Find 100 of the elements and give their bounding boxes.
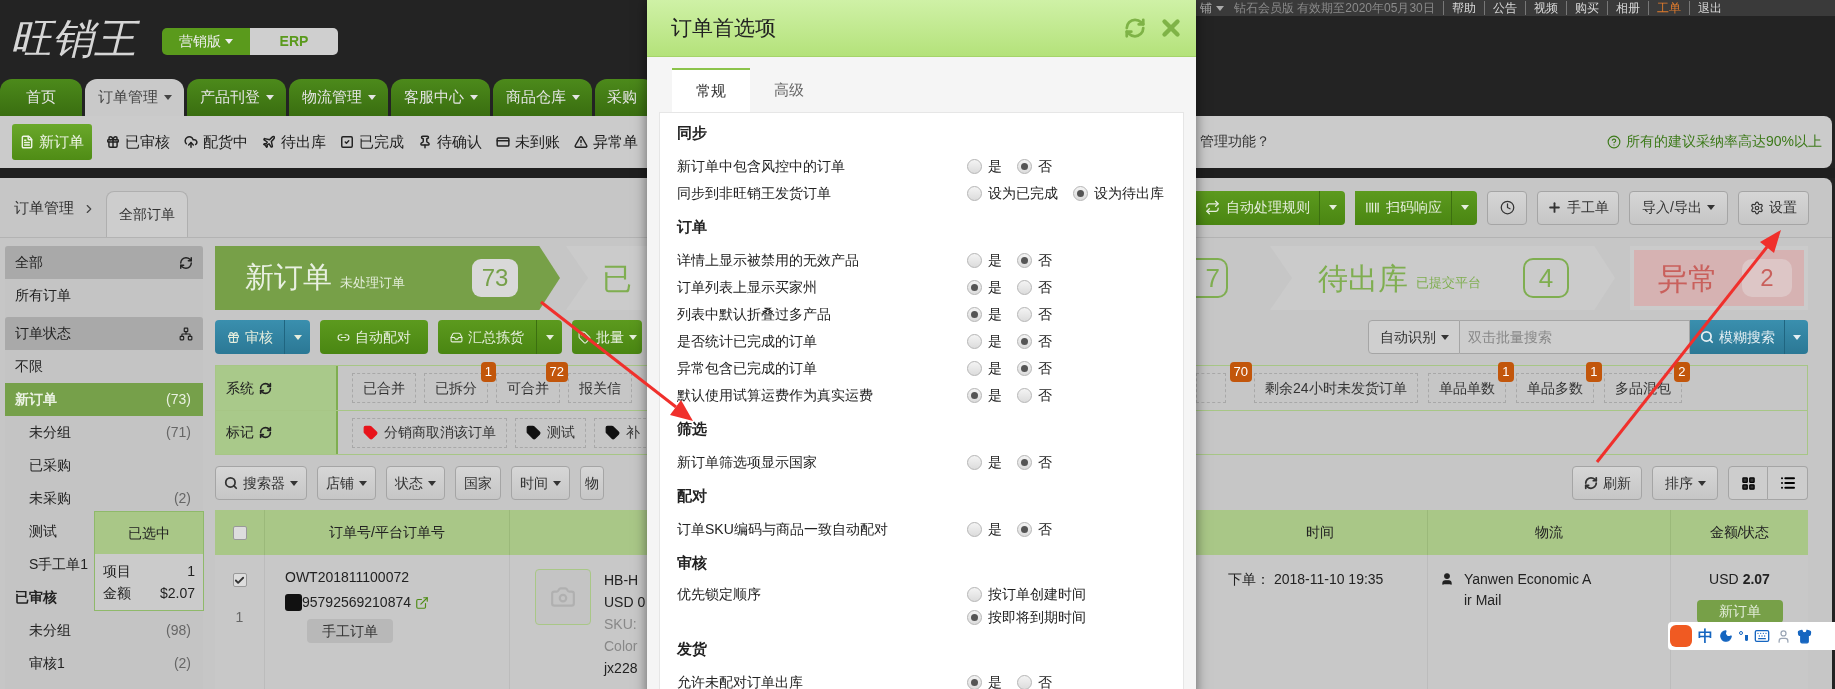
top-link[interactable]: 购买 <box>1574 1 1599 15</box>
action-button[interactable]: 审核 <box>215 320 310 354</box>
filter-chip[interactable]: 分销商取消该订单 <box>352 417 507 448</box>
shirt-icon[interactable] <box>1797 628 1812 644</box>
filter-button[interactable]: 店铺 <box>317 466 376 500</box>
top-link[interactable]: 工单 <box>1656 1 1681 15</box>
filter-chip[interactable]: 测试 <box>515 417 586 448</box>
filter-chip[interactable]: 剩余24小时未发货订单 <box>1254 373 1418 403</box>
status-link[interactable]: 未到账 <box>496 124 560 160</box>
radio-button[interactable] <box>1017 280 1032 295</box>
stage-subtitle: 已提交平台 <box>1416 274 1481 293</box>
dialog-tab[interactable]: 常规 <box>672 68 750 112</box>
top-link[interactable]: 相册 <box>1615 1 1640 15</box>
nav-tab[interactable]: 商品仓库 <box>493 78 592 116</box>
radio-button[interactable] <box>1017 253 1032 268</box>
status-link[interactable]: 已完成 <box>340 124 404 160</box>
radio-button[interactable] <box>967 361 982 376</box>
clock-button[interactable] <box>1487 190 1527 225</box>
radio-button[interactable] <box>1017 455 1032 470</box>
radio-button[interactable] <box>1017 675 1032 689</box>
keyboard-icon[interactable] <box>1754 628 1770 644</box>
help-icon <box>1606 134 1621 149</box>
store-selector[interactable]: 铺 <box>1200 1 1224 15</box>
nav-tab[interactable]: 订单管理 <box>85 78 184 116</box>
filter-button[interactable]: 搜索器 <box>215 466 307 500</box>
radio-button[interactable] <box>967 334 982 349</box>
dialog-tab[interactable]: 高级 <box>750 68 828 112</box>
search-field[interactable]: 双击批量搜索 <box>1460 320 1690 354</box>
sidebar-item[interactable]: 不限 <box>5 350 203 383</box>
top-link[interactable]: 退出 <box>1697 1 1722 15</box>
nav-tab[interactable]: 客服中心 <box>391 78 490 116</box>
toolbar-button[interactable]: 设置 <box>1738 190 1809 225</box>
caret-icon <box>571 94 580 100</box>
nav-tab[interactable]: 产品刊登 <box>187 78 286 116</box>
radio-button[interactable] <box>967 675 982 689</box>
sidebar-item[interactable]: 未分组 (98) <box>5 614 203 647</box>
filter-button[interactable]: 国家 <box>455 466 501 500</box>
status-link[interactable]: 异常单 <box>574 124 638 160</box>
radio-button[interactable] <box>967 610 982 625</box>
sidebar-item[interactable]: 所有订单 <box>5 279 203 312</box>
radio-button[interactable] <box>967 280 982 295</box>
top-link[interactable]: 视频 <box>1533 1 1558 15</box>
filter-chip[interactable]: 报关信 <box>568 373 632 403</box>
top-link[interactable]: 帮助 <box>1451 1 1476 15</box>
radio-button[interactable] <box>967 587 982 602</box>
list-view-button[interactable] <box>1768 466 1808 500</box>
radio-button[interactable] <box>1017 388 1032 403</box>
search-mode-dropdown[interactable]: 自动识别 <box>1368 320 1460 354</box>
sidebar-item[interactable]: 未采购 (2) <box>5 482 203 515</box>
nav-tab[interactable]: 首页 <box>0 78 82 116</box>
refresh-icon[interactable] <box>259 426 272 439</box>
radio-button[interactable] <box>967 307 982 322</box>
radio-button[interactable] <box>967 253 982 268</box>
status-link[interactable]: 配货中 <box>184 124 248 160</box>
radio-button[interactable] <box>1073 186 1088 201</box>
ime-mode[interactable]: 中 <box>1698 624 1713 648</box>
radio-button[interactable] <box>1017 522 1032 537</box>
radio-button[interactable] <box>1017 159 1032 174</box>
sidebar-item[interactable]: 审核1 (2) <box>5 647 203 680</box>
radio-button[interactable] <box>967 159 982 174</box>
sort-button[interactable]: 排序 <box>1652 466 1718 500</box>
refresh-button[interactable]: 刷新 <box>1572 466 1642 500</box>
filter-button[interactable]: 时间 <box>511 466 570 500</box>
status-link[interactable]: 待确认 <box>418 124 482 160</box>
caret-icon <box>1460 205 1469 210</box>
radio-button[interactable] <box>967 455 982 470</box>
nav-tab[interactable]: 物流管理 <box>289 78 388 116</box>
action-button[interactable]: 汇总拣货 <box>438 320 562 354</box>
toolbar-button[interactable]: 手工单 <box>1537 190 1619 225</box>
radio-button[interactable] <box>967 186 982 201</box>
product-detail: SKU: <box>604 615 638 634</box>
radio-button[interactable] <box>967 388 982 403</box>
checkbox[interactable] <box>232 525 247 540</box>
moon-icon[interactable] <box>1719 629 1733 643</box>
filter-button[interactable]: 物 <box>580 466 604 500</box>
filter-chip[interactable]: 已合并 <box>352 373 416 403</box>
radio-button[interactable] <box>1017 334 1032 349</box>
count-badge: 72 <box>545 362 568 382</box>
refresh-icon[interactable] <box>179 255 193 270</box>
sidebar-item[interactable]: 已采购 <box>5 449 203 482</box>
breadcrumb-tab[interactable]: 全部订单 <box>106 191 188 237</box>
fuzzy-search-button[interactable]: 模糊搜索 <box>1690 320 1808 354</box>
grid-view-button[interactable] <box>1728 466 1768 500</box>
caret-icon <box>1328 205 1337 210</box>
checkbox[interactable] <box>232 573 247 587</box>
radio-button[interactable] <box>967 522 982 537</box>
radio-button[interactable] <box>1017 361 1032 376</box>
ime-logo-icon[interactable] <box>1670 625 1692 647</box>
filter-button[interactable]: 状态 <box>386 466 445 500</box>
breadcrumb-link[interactable]: 订单管理 <box>14 196 74 219</box>
nav-tab[interactable]: 采购 <box>595 78 647 116</box>
status-link[interactable]: 已审核 <box>106 124 170 160</box>
refresh-icon[interactable] <box>259 381 272 395</box>
option-label: 是 <box>988 305 1002 324</box>
import-export-button[interactable]: 导入/导出 <box>1629 190 1728 225</box>
top-link[interactable]: 公告 <box>1492 1 1517 15</box>
radio-button[interactable] <box>1017 307 1032 322</box>
order-tag: 手工订单 <box>307 619 393 643</box>
sidebar-item[interactable]: 未分组 (71) <box>5 416 203 449</box>
status-link[interactable]: 待出库 <box>262 124 326 160</box>
